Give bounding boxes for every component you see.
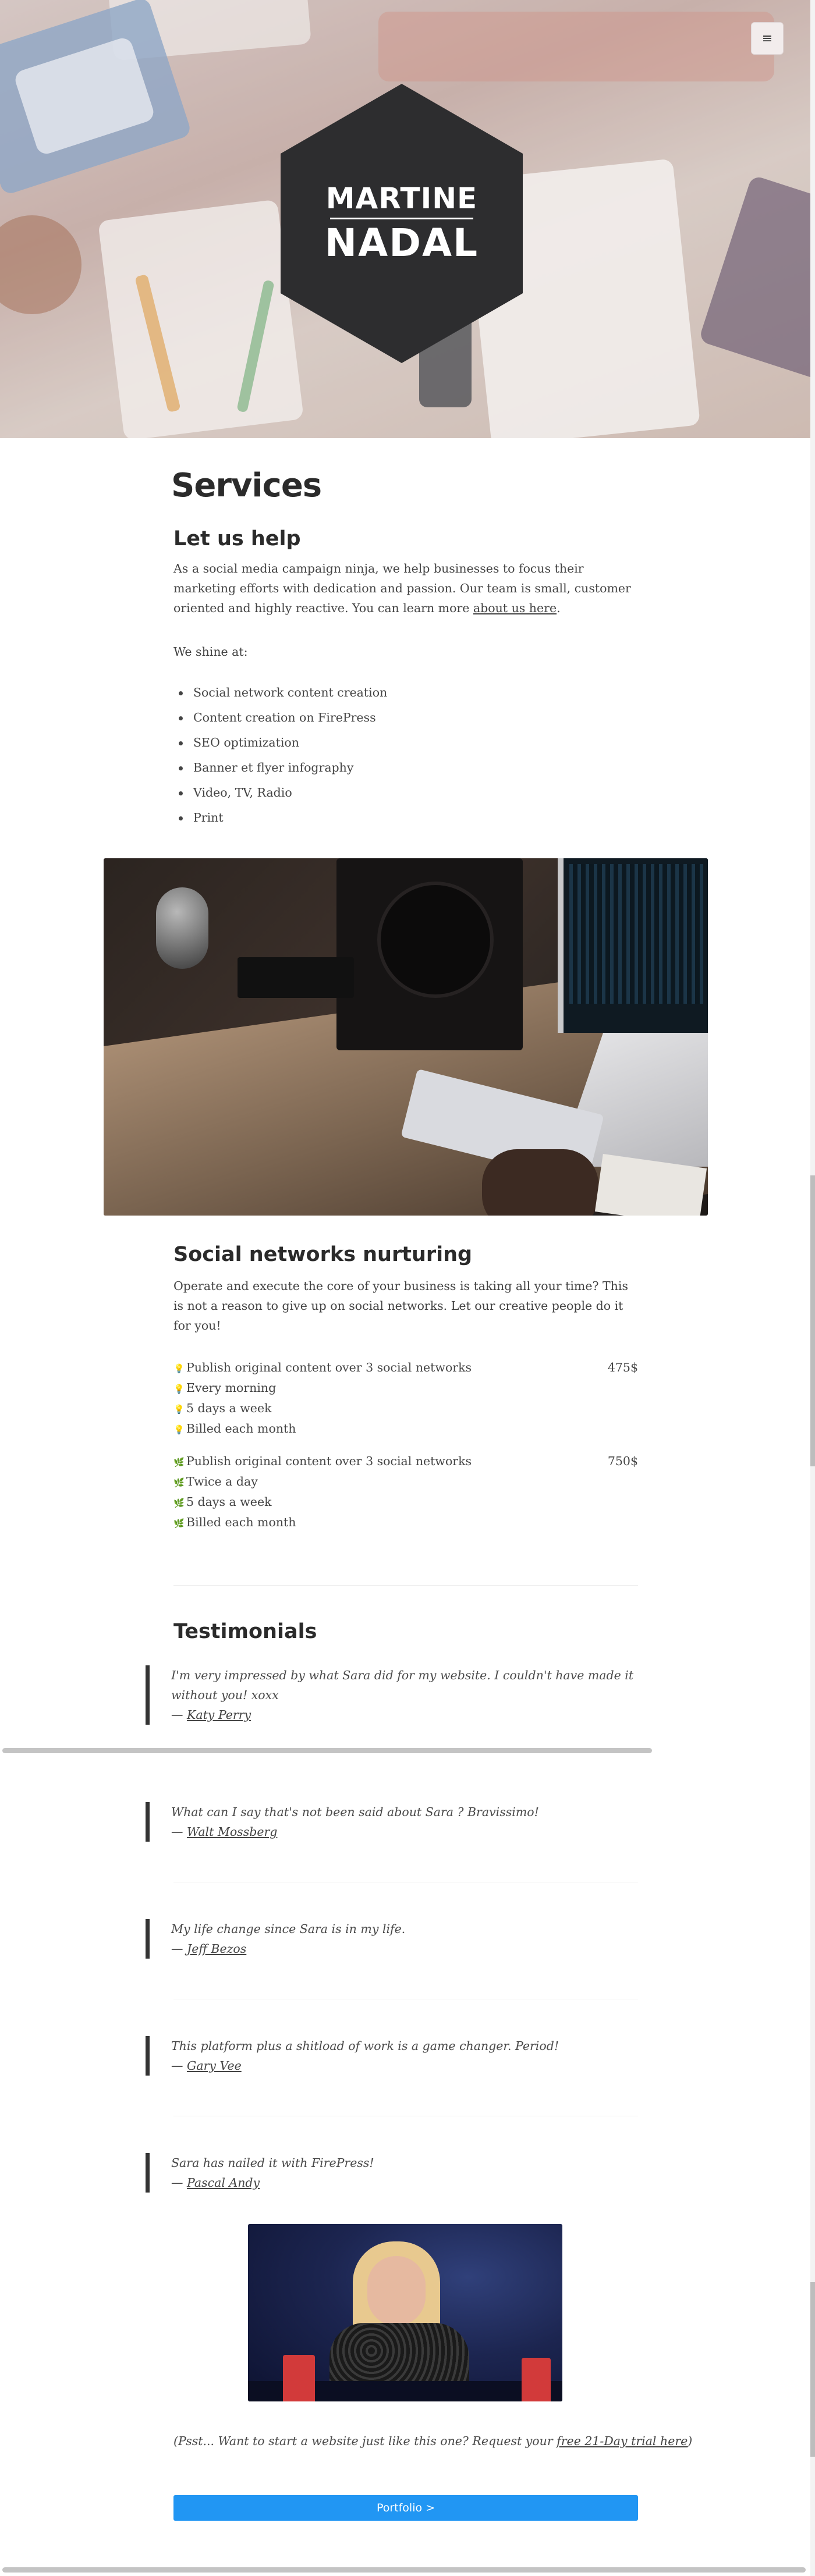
logo-first-name: MARTINE (325, 182, 478, 215)
logo-last-name: NADAL (324, 221, 479, 265)
plan-line-text: Publish original content over 3 social n… (186, 1454, 472, 1468)
trial-note: (Psst... Want to start a website just li… (173, 2431, 692, 2451)
studio-photo (104, 858, 708, 1216)
attribution-dash: — (171, 1942, 187, 1956)
trial-note-end: ) (688, 2434, 693, 2448)
lightbulb-icon: 💡 (173, 1404, 185, 1415)
portfolio-button[interactable]: Portfolio > (173, 2495, 638, 2521)
photo-hand (482, 1149, 598, 1216)
testimonial-author-link[interactable]: Katy Perry (187, 1708, 251, 1722)
photo-microphone (156, 887, 208, 969)
testimonial-attribution: — Katy Perry (171, 1705, 640, 1725)
testimonial-author-link[interactable]: Pascal Andy (187, 2176, 260, 2190)
plan-line: 🌿 Publish original content over 3 social … (173, 1451, 472, 1473)
lightbulb-icon: 💡 (173, 1363, 185, 1374)
plan-line: 🌿 Twice a day (173, 1472, 258, 1493)
testimonial-gif (248, 2224, 562, 2401)
testimonial-attribution: — Walt Mossberg (171, 1822, 640, 1842)
attribution-dash: — (171, 1825, 187, 1839)
attribution-dash: — (171, 2059, 187, 2073)
attribution-dash: — (171, 2176, 187, 2190)
section-heading-let-us-help: Let us help (173, 527, 301, 550)
testimonial-text: This platform plus a shitload of work is… (171, 2039, 559, 2053)
horizontal-scrollbar-bottom[interactable] (2, 2567, 806, 2573)
plan-line: 🌿 Billed each month (173, 1512, 296, 1534)
page: MARTINE NADAL ≡ Services Let us help As … (0, 0, 810, 2576)
vertical-scrollbar-thumb-2[interactable] (810, 2282, 815, 2457)
testimonial-quote: Sara has nailed it with FirePress! — Pas… (146, 2153, 640, 2193)
photo-speaker-cone (377, 882, 494, 998)
plan-line: 💡 Every morning (173, 1378, 276, 1399)
testimonial-attribution: — Gary Vee (171, 2056, 640, 2076)
horizontal-scrollbar[interactable] (2, 1748, 652, 1753)
plan-line-text: Publish original content over 3 social n… (186, 1360, 472, 1374)
menu-button[interactable]: ≡ (751, 22, 784, 55)
plan-line: 💡 5 days a week (173, 1398, 272, 1420)
testimonial-text: Sara has nailed it with FirePress! (171, 2156, 374, 2170)
list-item: Video, TV, Radio (173, 780, 581, 805)
list-item: Banner et flyer infography (173, 755, 581, 780)
leaf-icon: 🌿 (173, 1498, 185, 1508)
testimonial-quote: My life change since Sara is in my life.… (146, 1919, 640, 1959)
leaf-icon: 🌿 (173, 1457, 185, 1468)
vertical-scrollbar-thumb[interactable] (810, 1175, 815, 1466)
leaf-icon: 🌿 (173, 1477, 185, 1488)
plan-line: 🌿 5 days a week (173, 1492, 272, 1513)
testimonial-attribution: — Jeff Bezos (171, 1939, 640, 1959)
gif-cup (283, 2355, 315, 2401)
list-item: Content creation on FirePress (173, 705, 581, 730)
hero-banner: MARTINE NADAL ≡ (0, 0, 810, 438)
testimonial-text: My life change since Sara is in my life. (171, 1922, 406, 1936)
hamburger-menu-icon: ≡ (761, 31, 773, 46)
plan-line-text: Twice a day (186, 1474, 258, 1488)
logo-divider (330, 218, 473, 219)
plan-line-text: Billed each month (186, 1515, 296, 1529)
services-intro-text: As a social media campaign ninja, we hel… (173, 562, 631, 615)
plan-line: 💡 Billed each month (173, 1419, 296, 1440)
plan-line-text: 5 days a week (186, 1401, 272, 1415)
photo-audio-interface (238, 957, 354, 998)
photo-monitor-screen (569, 864, 703, 1004)
nurturing-intro: Operate and execute the core of your bus… (173, 1279, 628, 1333)
list-item: Print (173, 805, 581, 830)
list-item: SEO optimization (173, 730, 581, 755)
plan-line-text: Billed each month (186, 1422, 296, 1436)
gif-face (367, 2256, 426, 2326)
plan-line-text: 5 days a week (186, 1495, 272, 1509)
plan-price: 750$ (607, 1454, 638, 1468)
testimonial-quote: This platform plus a shitload of work is… (146, 2036, 640, 2076)
gif-cup (522, 2358, 551, 2401)
testimonial-text: What can I say that's not been said abou… (171, 1805, 539, 1819)
page-title: Services (171, 467, 322, 504)
trial-note-text: (Psst... Want to start a website just li… (173, 2434, 557, 2448)
shine-label: We shine at: (173, 645, 248, 659)
section-heading-nurturing: Social networks nurturing (173, 1243, 473, 1266)
leaf-icon: 🌿 (173, 1518, 185, 1529)
testimonial-quote: What can I say that's not been said abou… (146, 1802, 640, 1842)
about-us-link[interactable]: about us here (473, 601, 557, 615)
site-logo[interactable]: MARTINE NADAL (281, 182, 523, 264)
plan-line-text: Every morning (186, 1381, 277, 1395)
lightbulb-icon: 💡 (173, 1384, 185, 1394)
testimonial-quote: I'm very impressed by what Sara did for … (146, 1665, 640, 1725)
services-list: Social network content creation Content … (173, 680, 581, 830)
services-intro: As a social media campaign ninja, we hel… (173, 559, 639, 618)
testimonial-author-link[interactable]: Gary Vee (187, 2059, 242, 2073)
testimonial-author-link[interactable]: Walt Mossberg (187, 1825, 277, 1839)
services-intro-end: . (557, 601, 561, 615)
testimonial-text: I'm very impressed by what Sara did for … (171, 1668, 634, 1702)
lightbulb-icon: 💡 (173, 1424, 185, 1435)
divider (173, 1585, 638, 1586)
list-item: Social network content creation (173, 680, 581, 705)
attribution-dash: — (171, 1708, 187, 1722)
plan-price: 475$ (607, 1360, 638, 1374)
free-trial-link[interactable]: free 21-Day trial here (557, 2434, 688, 2448)
section-heading-testimonials: Testimonials (173, 1620, 317, 1643)
testimonial-author-link[interactable]: Jeff Bezos (187, 1942, 246, 1956)
plan-line: 💡 Publish original content over 3 social … (173, 1358, 472, 1379)
testimonial-attribution: — Pascal Andy (171, 2173, 640, 2193)
